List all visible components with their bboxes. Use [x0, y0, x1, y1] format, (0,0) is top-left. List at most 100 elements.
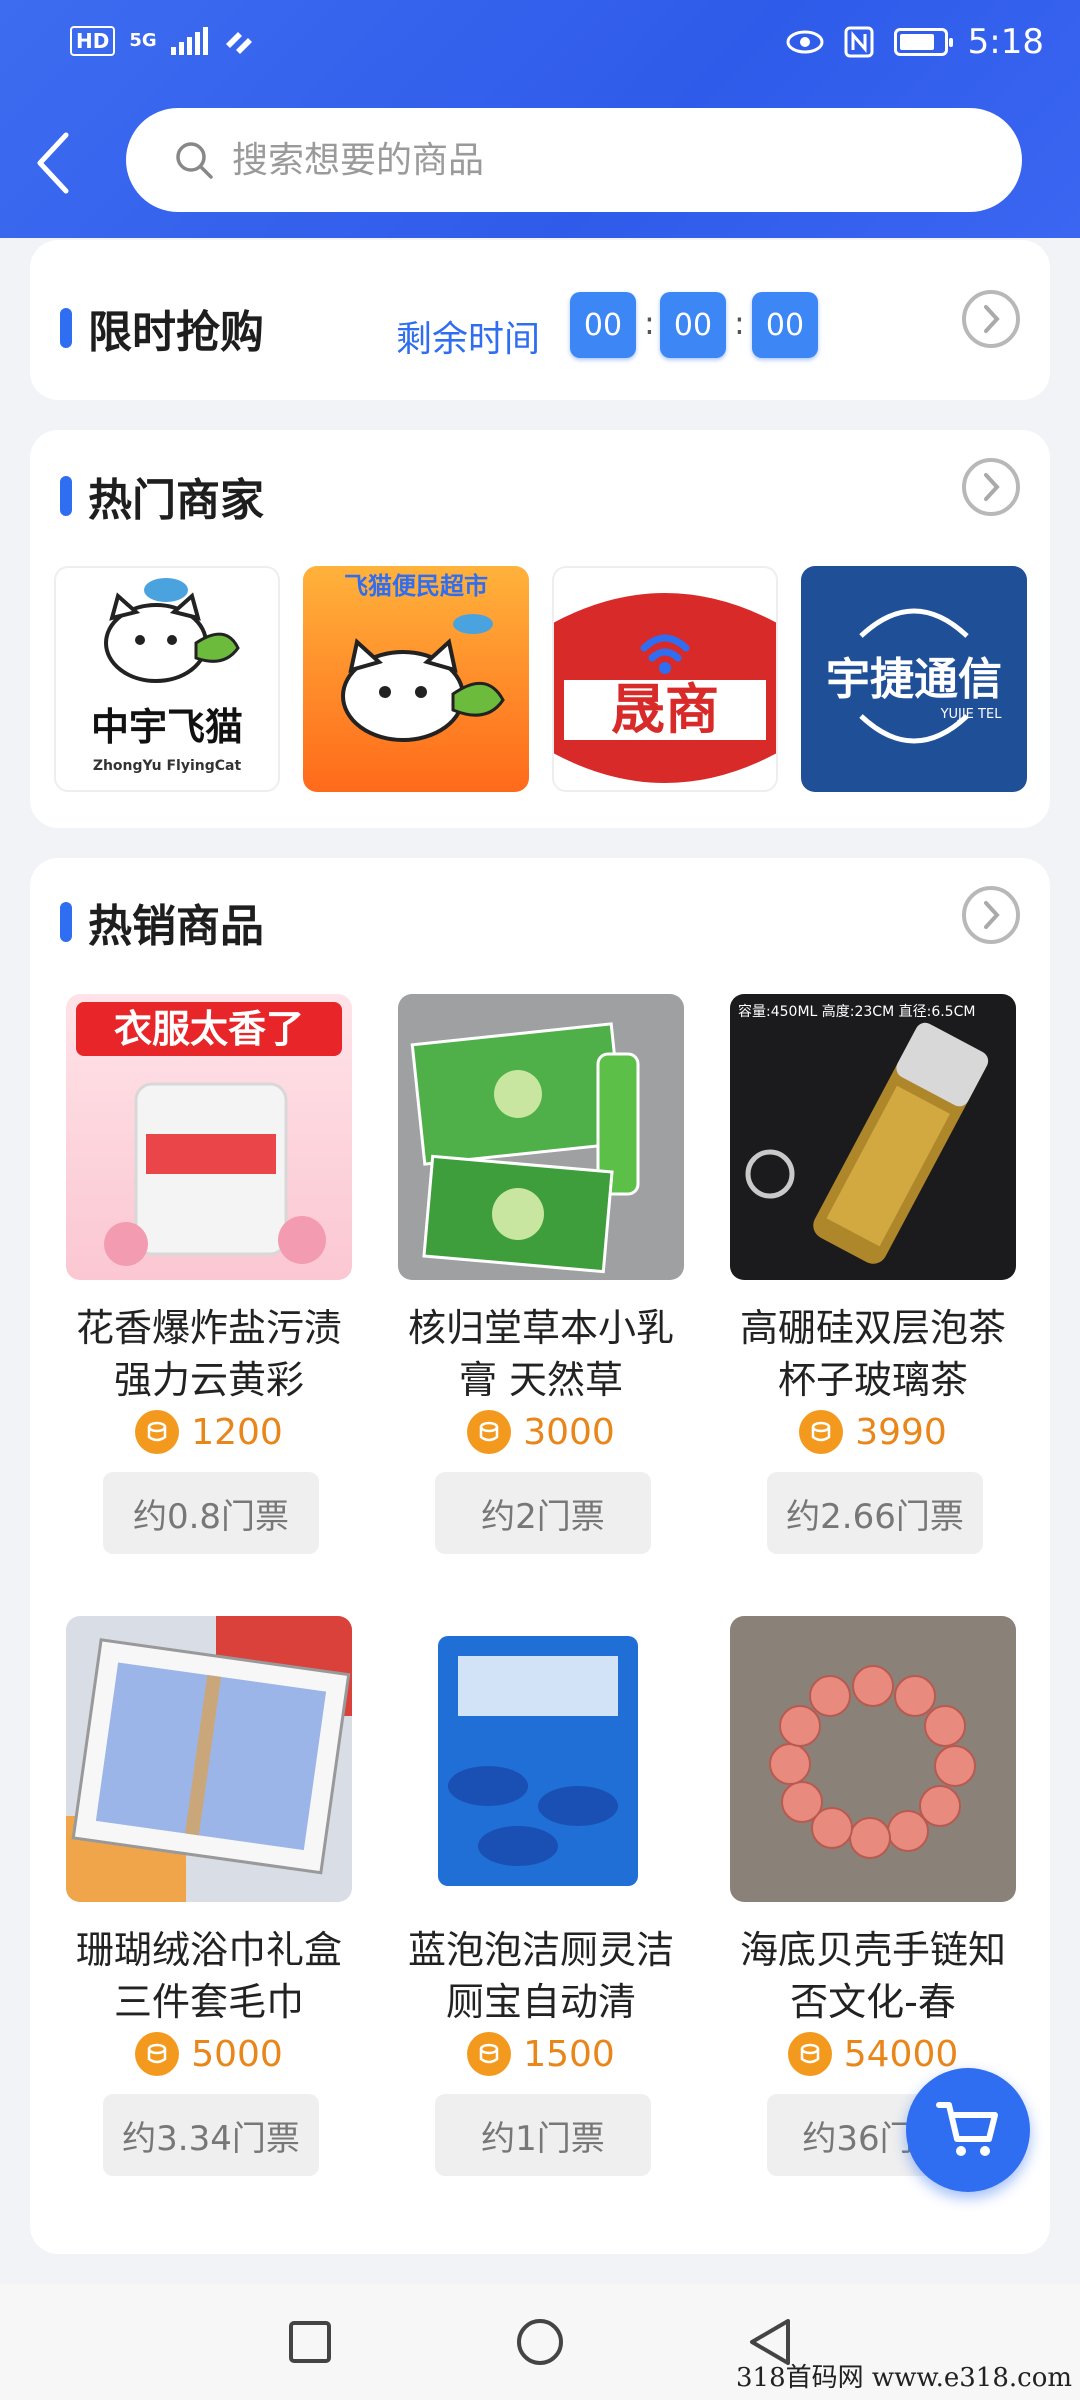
ticket-badge: 约2门票: [435, 1472, 651, 1554]
product-image: [398, 994, 684, 1280]
watermark: 318首码网 www.e318.com: [736, 2363, 1072, 2393]
hot-products-card: 热销商品 衣服太香了 花香爆炸盐污渍强力云黄彩 1200 约0.8门票 核归堂草…: [30, 858, 1050, 2254]
product-card[interactable]: 蓝泡泡洁厕灵洁厕宝自动清 1500 约1门票: [398, 1616, 688, 2176]
hot-products-more-button[interactable]: [962, 886, 1020, 944]
merchant-yujie-tel[interactable]: 宇捷通信 YUJIE TEL: [801, 566, 1027, 792]
countdown-hours: 00: [570, 292, 636, 358]
merchant-feimao-market[interactable]: 飞猫便民超市: [303, 566, 529, 792]
chevron-left-icon: [37, 132, 69, 194]
countdown-seconds: 00: [752, 292, 818, 358]
home-button[interactable]: [510, 2312, 570, 2372]
coin-icon: [799, 1410, 844, 1454]
circle-icon: [517, 2319, 563, 2365]
feimao-market-logo: 飞猫便民超市: [341, 572, 505, 742]
recent-apps-button[interactable]: [280, 2312, 340, 2372]
product-image: 衣服太香了: [66, 994, 352, 1280]
merchant-logo-name: 飞猫便民超市: [344, 572, 488, 600]
status-bar: HD 5G 5:18: [0, 0, 1080, 92]
product-image: [730, 1616, 1016, 1902]
product-card[interactable]: 珊瑚绒浴巾礼盒三件套毛巾 5000 约3.34门票: [66, 1616, 356, 2176]
battery-icon: [893, 28, 953, 56]
ticket-badge: 约3.34门票: [103, 2094, 319, 2176]
price-value: 3000: [523, 1411, 615, 1453]
hot-merchants-title: 热门商家: [88, 475, 264, 526]
product-image: 容量:450ML 高度:23CM 直径:6.5CM: [730, 994, 1016, 1280]
product-card[interactable]: 核归堂草本小乳膏 天然草 3000 约2门票: [398, 994, 688, 1554]
product-image: [66, 1616, 352, 1902]
product-image: [398, 1616, 684, 1902]
search-input[interactable]: [232, 139, 932, 181]
product-name: 蓝泡泡洁厕灵洁厕宝自动清: [407, 1928, 674, 2024]
square-icon: [289, 2321, 331, 2363]
product-card[interactable]: 容量:450ML 高度:23CM 直径:6.5CM 高硼硅双层泡茶杯子玻璃茶 3…: [730, 994, 1020, 1554]
flying-cat-logo: 中宇飞猫 ZhongYu FlyingCat: [91, 578, 243, 774]
merchant-logo-name: 晟商: [611, 678, 719, 741]
sheng-shang-logo: 晟商: [554, 593, 776, 783]
back-button[interactable]: [22, 128, 82, 198]
cart-icon: [936, 2102, 998, 2156]
countdown-separator: :: [734, 304, 745, 342]
merchant-sheng-shang[interactable]: 晟商: [552, 566, 778, 792]
title-accent: [60, 902, 72, 942]
product-name: 珊瑚绒浴巾礼盒三件套毛巾: [75, 1928, 342, 2024]
merchant-zhongyu-flyingcat[interactable]: 中宇飞猫 ZhongYu FlyingCat: [54, 566, 280, 792]
product-image-text: 容量:450ML 高度:23CM 直径:6.5CM: [738, 1003, 975, 1020]
wifi-calling-icon: [225, 32, 252, 54]
hot-merchants-heading: 热门商家: [60, 464, 264, 528]
hot-merchants-card: 热门商家 中宇飞猫 ZhongYu FlyingCat 飞猫便民超市 晟商 宇捷…: [30, 430, 1050, 828]
signal-icon: [170, 27, 208, 55]
ticket-badge: 约0.8门票: [103, 1472, 319, 1554]
hot-merchants-more-button[interactable]: [962, 458, 1020, 516]
ticket-badge: 约2.66门票: [767, 1472, 983, 1554]
title-accent: [60, 308, 72, 348]
countdown-minutes: 00: [660, 292, 726, 358]
product-card[interactable]: 衣服太香了 花香爆炸盐污渍强力云黄彩 1200 约0.8门票: [66, 994, 356, 1554]
search-bar[interactable]: [126, 108, 1022, 212]
nfc-icon: [844, 26, 874, 58]
countdown-separator: :: [644, 304, 655, 342]
hd-badge: HD: [70, 26, 116, 56]
merchant-logo-subtitle: YUJIE TEL: [940, 707, 1003, 722]
product-name: 高硼硅双层泡茶杯子玻璃茶: [739, 1306, 1006, 1402]
network-type: 5G: [129, 30, 157, 51]
product-price: 5000: [66, 2032, 352, 2076]
flash-sale-heading: 限时抢购: [60, 296, 264, 360]
product-price: 1500: [398, 2032, 684, 2076]
countdown-label: 剩余时间: [396, 319, 541, 360]
clock: 5:18: [967, 22, 1044, 62]
price-value: 1200: [191, 1411, 283, 1453]
product-price: 3990: [730, 1410, 1016, 1454]
coin-icon: [135, 1410, 180, 1454]
cart-button[interactable]: [906, 2068, 1030, 2192]
eye-icon: [786, 30, 824, 54]
coin-icon: [467, 2032, 512, 2076]
merchant-logo-subtitle: ZhongYu FlyingCat: [93, 758, 242, 774]
coin-icon: [787, 2032, 832, 2076]
chevron-right-icon: [984, 473, 1000, 501]
price-value: 54000: [843, 2033, 959, 2075]
system-nav-bar: 318首码网 www.e318.com: [0, 2284, 1080, 2400]
merchant-logo-name: 中宇飞猫: [91, 705, 243, 749]
ticket-badge: 约1门票: [435, 2094, 651, 2176]
product-image-text: 衣服太香了: [114, 1007, 304, 1051]
product-name: 核归堂草本小乳膏 天然草: [407, 1306, 674, 1402]
coin-icon: [135, 2032, 180, 2076]
chevron-right-icon: [984, 305, 1000, 333]
merchant-logo-name: 宇捷通信: [826, 654, 1002, 705]
header: HD 5G 5:18: [0, 0, 1080, 238]
yujie-tel-logo: 宇捷通信 YUJIE TEL: [826, 608, 1003, 744]
flash-sale-title: 限时抢购: [88, 307, 264, 358]
hot-products-title: 热销商品: [88, 901, 264, 952]
product-name: 花香爆炸盐污渍强力云黄彩: [75, 1306, 342, 1402]
coin-icon: [467, 1410, 512, 1454]
search-icon: [176, 142, 213, 179]
product-name: 海底贝壳手链知否文化-春: [739, 1928, 1006, 2024]
title-accent: [60, 476, 72, 516]
chevron-right-icon: [984, 901, 1000, 929]
product-price: 3000: [398, 1410, 684, 1454]
product-price: 1200: [66, 1410, 352, 1454]
hot-products-heading: 热销商品: [60, 890, 264, 954]
price-value: 5000: [191, 2033, 283, 2075]
price-value: 1500: [523, 2033, 615, 2075]
flash-sale-more-button[interactable]: [962, 290, 1020, 348]
